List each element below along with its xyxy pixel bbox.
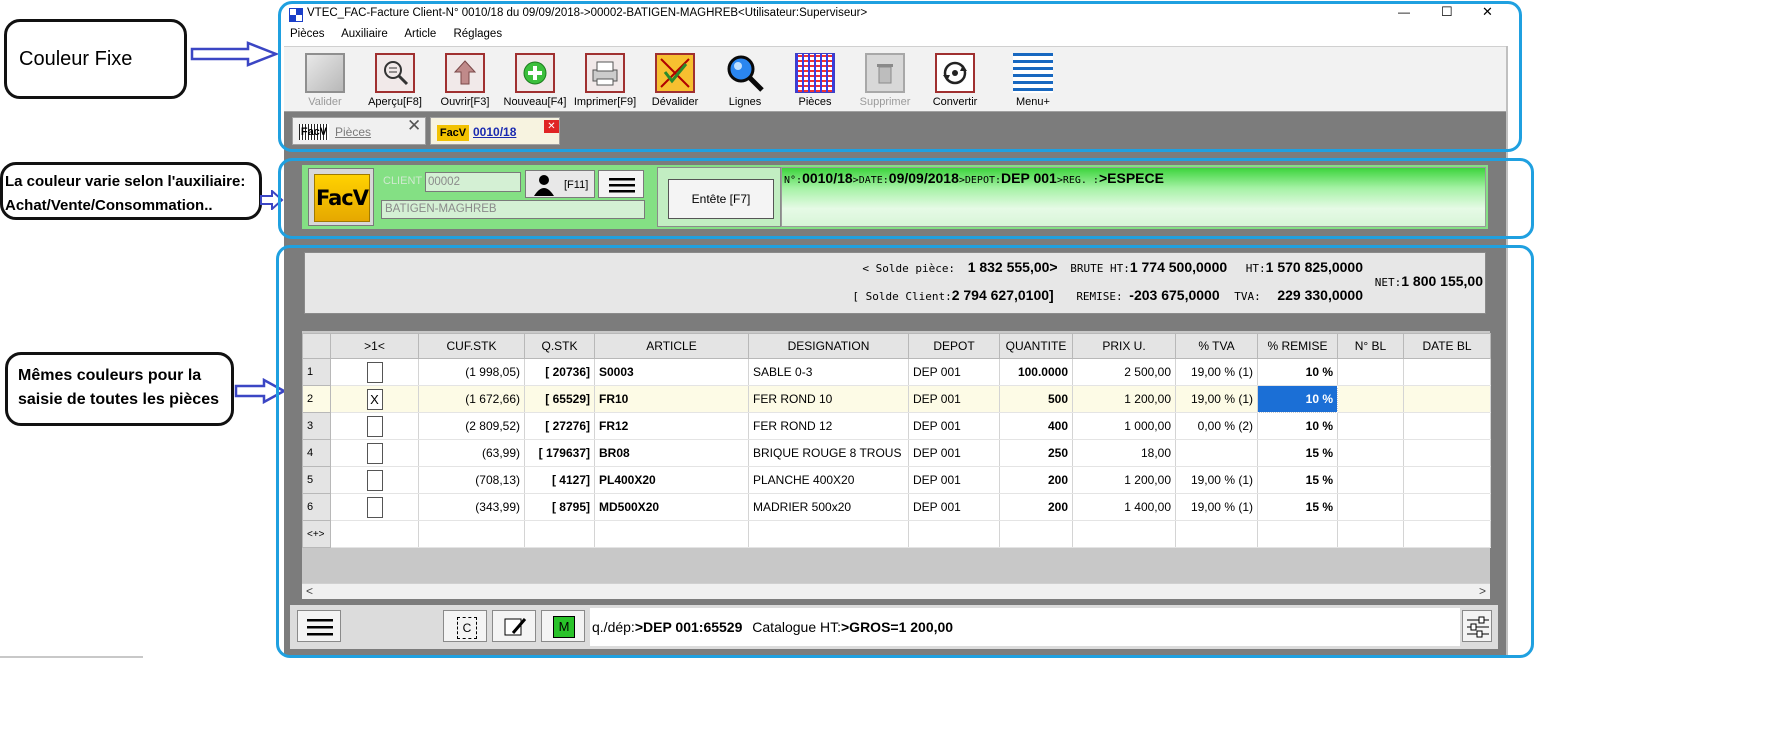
callout-same-line2: saisie de toutes les pièces xyxy=(18,391,219,408)
bottom-left-divider xyxy=(0,656,143,658)
callout-variable-line2: Achat/Vente/Consommation.. xyxy=(5,197,213,214)
frame-same-color-zone xyxy=(276,245,1534,658)
callout-same-line1: Mêmes couleurs pour la xyxy=(18,367,202,384)
frame-fixed-color-zone xyxy=(278,1,1522,152)
callout-fixed-color: Couleur Fixe xyxy=(4,19,187,99)
callout-variable-line1: La couleur varie selon l'auxiliaire: xyxy=(5,173,246,190)
callout-variable-color: La couleur varie selon l'auxiliaire: Ach… xyxy=(0,162,262,220)
callout-fixed-text: Couleur Fixe xyxy=(19,48,133,70)
frame-variable-color-zone xyxy=(278,158,1534,239)
callout-same-colors: Mêmes couleurs pour la saisie de toutes … xyxy=(5,352,234,426)
arrow-right-icon xyxy=(190,41,280,67)
